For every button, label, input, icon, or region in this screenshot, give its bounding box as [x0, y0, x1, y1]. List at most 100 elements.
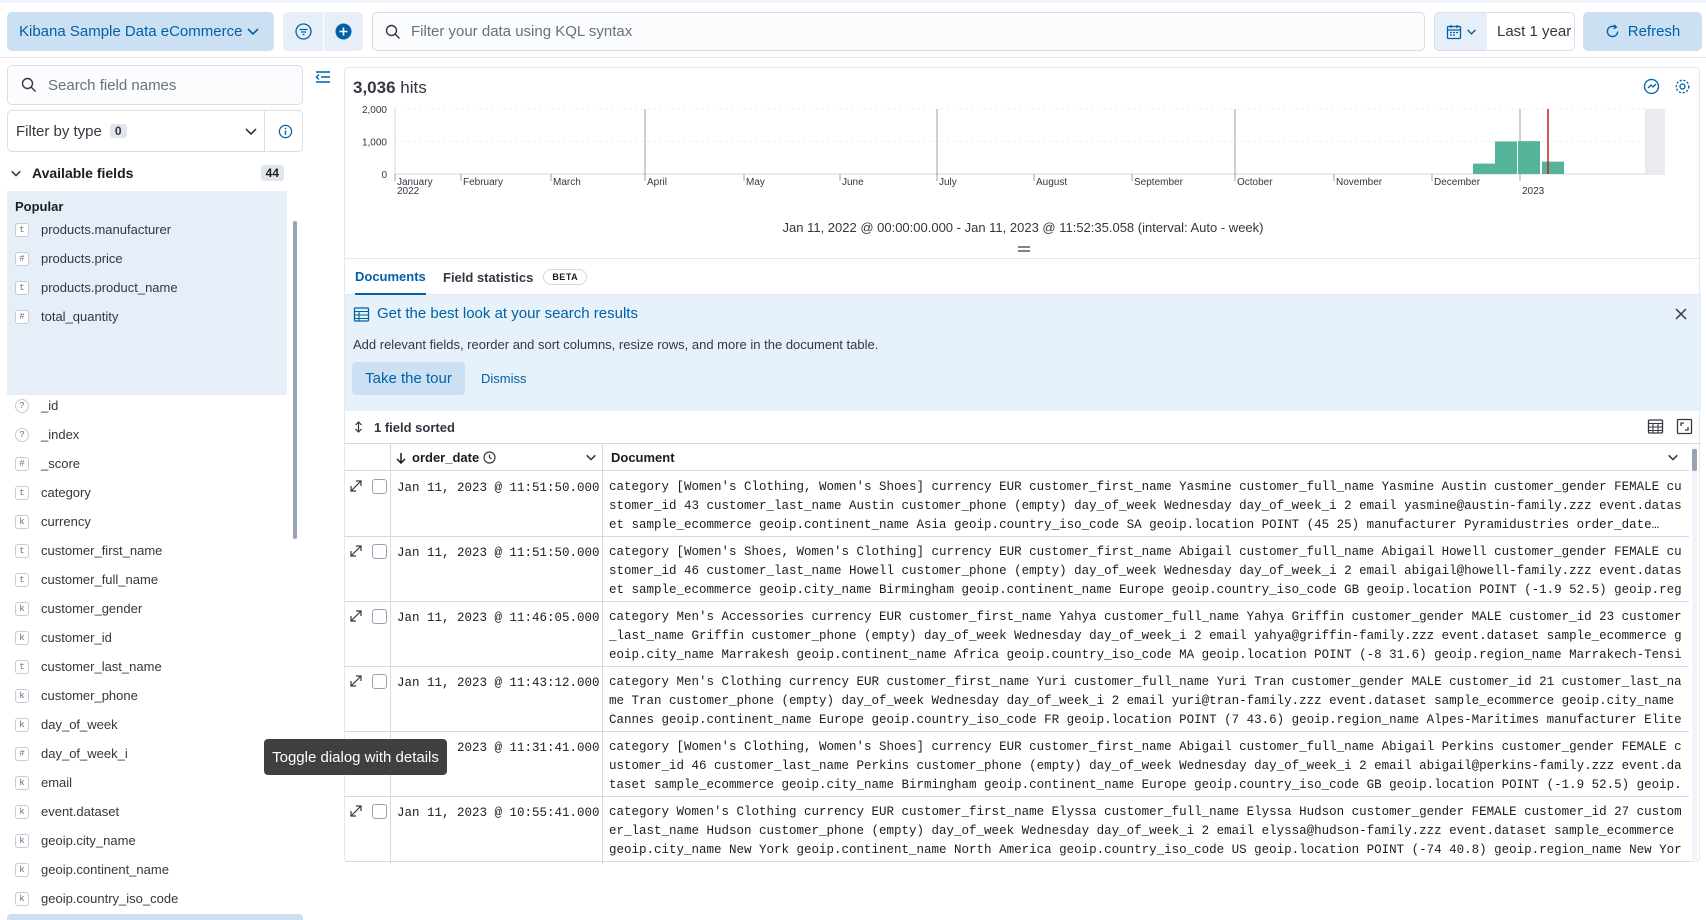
row-checkbox[interactable]: [372, 609, 387, 624]
field-item[interactable]: k day_of_week: [15, 710, 118, 739]
filter-by-type[interactable]: Filter by type 0: [7, 110, 303, 152]
sidebar-scrollbar[interactable]: [293, 221, 297, 539]
field-item[interactable]: t customer_first_name: [15, 536, 162, 565]
x-tick-label: 2022: [397, 186, 420, 197]
field-name: customer_first_name: [41, 543, 163, 558]
row-date: Jan 11, 2023 @ 11:51:50.000: [397, 546, 600, 560]
row-checkbox[interactable]: [372, 804, 387, 819]
field-name: products.product_name: [41, 280, 178, 295]
unknown-type-icon: ?: [15, 427, 29, 442]
field-search-placeholder: Search field names: [48, 76, 177, 94]
field-item[interactable]: # _score: [15, 449, 80, 478]
field-name: currency: [41, 514, 91, 529]
popular-field-item[interactable]: # products.price: [15, 244, 123, 273]
field-item[interactable]: t customer_last_name: [15, 652, 162, 681]
histogram-bar: [1473, 163, 1495, 174]
tab-field-stats-label: Field statistics: [443, 269, 534, 285]
field-name: _index: [41, 427, 80, 442]
resize-handle-icon[interactable]: [1017, 246, 1031, 252]
density-icon[interactable]: [1647, 418, 1664, 435]
search-icon: [385, 24, 400, 39]
number-type-icon: #: [15, 309, 29, 324]
field-item[interactable]: k currency: [15, 507, 91, 536]
field-item[interactable]: # day_of_week_i: [15, 739, 128, 768]
field-item[interactable]: k email: [15, 768, 72, 797]
data-view-selector[interactable]: Kibana Sample Data eCommerce: [7, 12, 274, 51]
available-count-badge: 44: [260, 165, 284, 181]
keyword-type-icon: k: [15, 775, 29, 790]
chevron-down-icon[interactable]: [1667, 451, 1679, 463]
field-item[interactable]: t customer_full_name: [15, 565, 158, 594]
x-tick-label: 2023: [1522, 186, 1545, 197]
field-name: email: [41, 775, 73, 790]
x-tick-label: May: [746, 177, 765, 188]
filter-count-badge: 0: [109, 124, 127, 138]
field-item[interactable]: k customer_phone: [15, 681, 138, 710]
field-item[interactable]: k geoip.country_iso_code: [15, 884, 178, 913]
kql-search-input[interactable]: Filter your data using KQL syntax: [372, 12, 1425, 51]
field-name: total_quantity: [41, 309, 119, 324]
tab-documents[interactable]: Documents: [355, 259, 426, 295]
row-checkbox[interactable]: [372, 544, 387, 559]
expand-icon[interactable]: [350, 610, 362, 622]
popular-field-item[interactable]: t products.product_name: [15, 273, 178, 302]
x-tick-label: September: [1134, 177, 1184, 188]
filter-actions: [283, 12, 363, 51]
expand-icon[interactable]: [350, 675, 362, 687]
expand-icon[interactable]: [350, 545, 362, 557]
popular-field-item[interactable]: t products.manufacturer: [15, 215, 171, 244]
document-column-header[interactable]: Document: [611, 444, 675, 471]
field-item[interactable]: ? _index: [15, 420, 79, 449]
popular-title: Popular: [15, 199, 64, 214]
sorted-label[interactable]: 1 field sorted: [374, 420, 455, 435]
expand-icon[interactable]: [350, 480, 362, 492]
dismiss-button[interactable]: Dismiss: [481, 362, 527, 395]
quick-menu-button[interactable]: [1435, 13, 1487, 50]
chevron-down-icon[interactable]: [585, 451, 597, 463]
add-filter-icon[interactable]: [335, 23, 352, 40]
available-fields-label: Available fields: [32, 165, 134, 181]
field-item[interactable]: k customer_id: [15, 623, 112, 652]
table-scrollbar[interactable]: [1692, 447, 1697, 860]
field-item[interactable]: ? _id: [15, 391, 58, 420]
fullscreen-icon[interactable]: [1676, 418, 1693, 435]
row-date: Jan 11, 2023 @ 11:43:12.000: [397, 676, 600, 690]
collapse-sidebar-icon[interactable]: [315, 69, 331, 85]
available-fields-header[interactable]: Available fields 44: [10, 162, 284, 184]
field-item[interactable]: k customer_gender: [15, 594, 142, 623]
popular-field-item[interactable]: # total_quantity: [15, 302, 118, 331]
field-search-input[interactable]: Search field names: [7, 65, 303, 105]
tab-field-statistics[interactable]: Field statistics BETA: [443, 259, 588, 295]
time-range-label[interactable]: Last 1 year: [1487, 23, 1571, 40]
table-row: Jan 11, 2023 @ 11:31:41.000 category [Wom…: [345, 732, 1689, 797]
histogram-bar: [1542, 161, 1564, 174]
out-of-range-area: [1645, 109, 1665, 174]
field-item[interactable]: k event.dataset: [15, 797, 119, 826]
refresh-button[interactable]: Refresh: [1583, 12, 1702, 51]
text-type-icon: t: [15, 222, 29, 237]
row-document: category Men's Accessories currency EUR …: [609, 610, 1682, 662]
order-date-column-header[interactable]: order_date: [395, 444, 496, 471]
text-type-icon: t: [15, 572, 29, 587]
number-type-icon: #: [15, 251, 29, 266]
row-checkbox[interactable]: [372, 479, 387, 494]
take-tour-button[interactable]: Take the tour: [352, 362, 465, 395]
tabs: Documents Field statistics BETA: [345, 259, 1701, 295]
chart-options-icon[interactable]: [1643, 78, 1660, 95]
x-tick-label: October: [1237, 177, 1273, 188]
filter-icon[interactable]: [295, 23, 312, 40]
gear-icon[interactable]: [1674, 78, 1691, 95]
field-item[interactable]: k geoip.city_name: [15, 826, 136, 855]
row-checkbox[interactable]: [372, 674, 387, 689]
field-item[interactable]: t category: [15, 478, 91, 507]
field-name: _id: [41, 398, 59, 413]
sort-icon[interactable]: [353, 421, 364, 433]
field-item[interactable]: k geoip.continent_name: [15, 855, 169, 884]
close-icon[interactable]: [1675, 308, 1687, 320]
callout-description: Add relevant fields, reorder and sort co…: [353, 337, 879, 352]
date-picker[interactable]: Last 1 year: [1434, 12, 1575, 51]
y-tick-label: 0: [381, 170, 387, 181]
expand-icon[interactable]: [350, 805, 362, 817]
info-icon[interactable]: [278, 124, 293, 139]
order-date-label: order_date: [412, 450, 480, 465]
